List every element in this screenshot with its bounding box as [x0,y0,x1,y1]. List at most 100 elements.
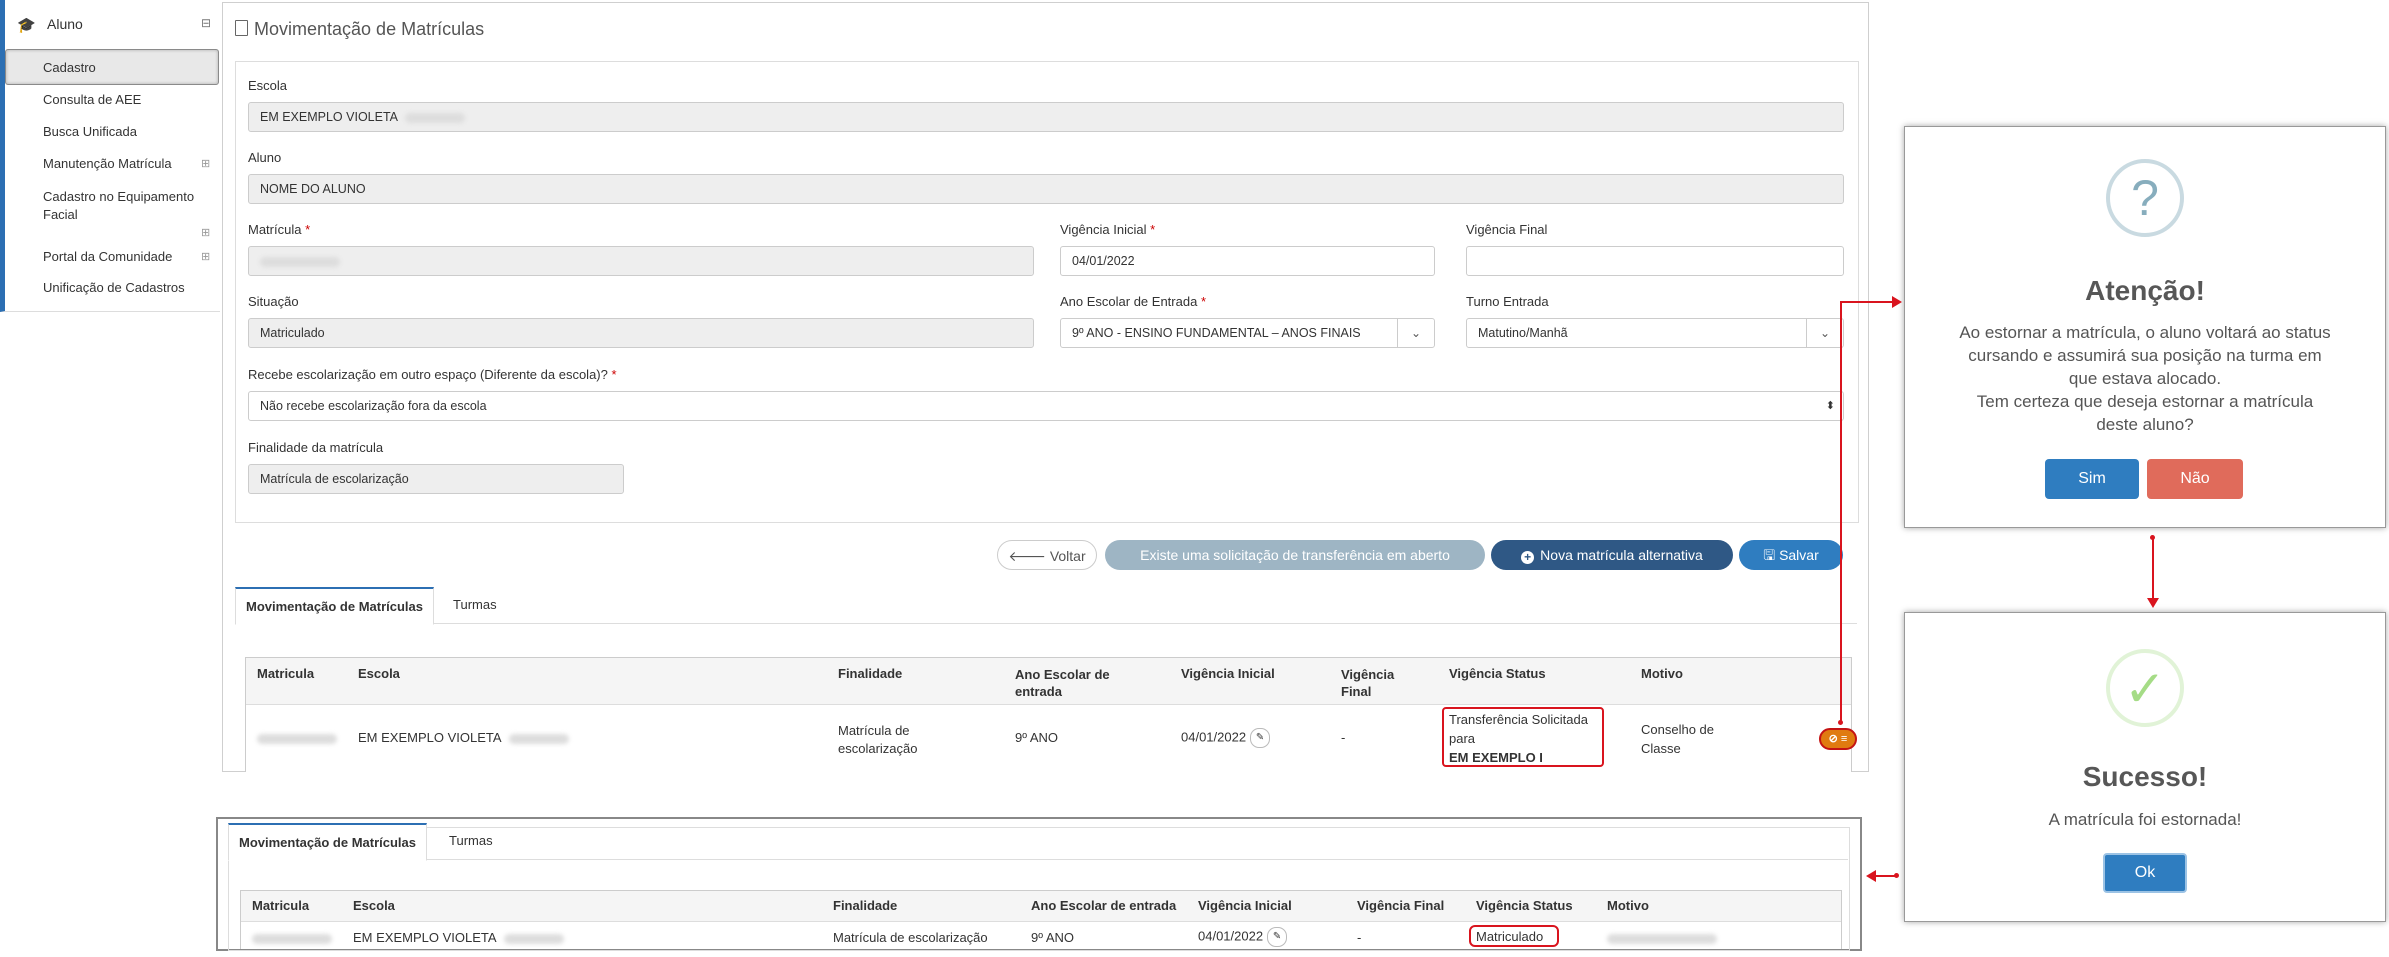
expand-icon[interactable]: ⊞ [201,157,210,170]
situacao-label: Situação [248,294,299,309]
graduation-cap-icon: 🎓 [17,17,36,34]
cell-vig-final: - [1341,730,1346,745]
col-header-vig-inicial: Vigência Inicial [1198,898,1292,913]
dialog-message: Ao estornar a matrícula, o aluno voltará… [1959,323,2331,434]
salvar-button[interactable]: 🖫 Salvar [1739,540,1843,570]
cell-vig-status: Matriculado [1476,929,1544,944]
col-header-motivo: Motivo [1607,898,1649,913]
transferencia-aberta-button[interactable]: Existe uma solicitação de transferência … [1105,540,1485,570]
cell-vig-inicial: 04/01/2022 ✎ [1181,728,1271,748]
tab-turmas[interactable]: Turmas [439,823,503,859]
sidebar-item-portal-comunidade[interactable]: Portal da Comunidade [43,249,172,264]
col-header-ano: Ano Escolar de entrada [1031,898,1177,913]
col-header-matricula: Matricula [257,666,315,681]
cell-vig-inicial: 04/01/2022 ✎ [1198,927,1288,947]
cell-escola: EM EXEMPLO VIOLETA [353,930,564,945]
collapse-icon[interactable]: ⊟ [201,16,211,30]
cell-motivo [1607,930,1717,945]
success-dialog: ✓ Sucesso! A matrícula foi estornada! Ok [1904,612,2386,922]
matricula-form: Escola EM EXEMPLO VIOLETA Aluno NOME DO … [235,61,1859,523]
escola-field: EM EXEMPLO VIOLETA [248,102,1844,132]
aluno-field: NOME DO ALUNO [248,174,1844,204]
cell-matricula [257,730,337,745]
cell-matricula [252,930,332,945]
ano-escolar-label: Ano Escolar de Entrada * [1060,294,1206,309]
estornar-button[interactable]: ⊘ ≡ [1819,728,1857,750]
voltar-button[interactable]: 🡐 Voltar [997,540,1097,570]
cell-vig-status: Transferência Solicitada para EM EXEMPLO… [1449,712,1588,765]
sidebar-item-equipamento-facial[interactable]: Cadastro no Equipamento Facial [43,188,203,224]
sidebar-item-manutencao-matricula[interactable]: Manutenção Matrícula [43,156,172,171]
checkmark-icon: ✓ [2106,649,2184,727]
recebe-escolarizacao-select[interactable]: Não recebe escolarização fora da escola … [248,391,1844,421]
document-icon [235,20,248,36]
escola-label: Escola [248,78,288,93]
vigencia-final-label: Vigência Final [1466,222,1548,237]
ok-button[interactable]: Ok [2103,853,2187,893]
ano-escolar-select[interactable]: 9º ANO - ENSINO FUNDAMENTAL – ANOS FINAI… [1060,318,1435,348]
tab-movimentacao[interactable]: Movimentação de Matrículas [228,823,427,861]
vigencia-inicial-label: Vigência Inicial * [1060,222,1156,237]
tab-turmas[interactable]: Turmas [443,587,507,623]
vigencia-final-input[interactable] [1466,246,1844,276]
matricula-label: Matrícula * [248,222,311,237]
sidebar-item-busca-unificada[interactable]: Busca Unificada [43,124,137,139]
chevron-down-icon[interactable]: ⌄ [1397,319,1434,347]
col-header-vig-status: Vigência Status [1449,666,1546,681]
cell-vig-final: - [1357,930,1362,945]
updown-arrows-icon: ⬍ [1825,400,1835,412]
col-header-escola: Escola [353,898,395,913]
nao-button[interactable]: Não [2147,459,2243,499]
tab-bar: Movimentação de Matrículas Turmas [228,823,1848,861]
cell-ano: 9º ANO [1015,730,1059,745]
nova-matricula-button[interactable]: + Nova matrícula alternativa [1491,540,1733,570]
sim-button[interactable]: Sim [2045,459,2139,499]
sidebar-item-consulta-aee[interactable]: Consulta de AEE [43,92,141,107]
cell-escola: EM EXEMPLO VIOLETA [358,730,569,745]
finalidade-label: Finalidade da matrícula [248,440,384,455]
col-header-vig-status: Vigência Status [1476,898,1573,913]
vigencia-inicial-input[interactable]: 04/01/2022 [1060,246,1435,276]
col-header-escola: Escola [358,666,400,681]
cell-ano: 9º ANO [1031,930,1075,945]
col-header-vig-final: Vigência Final [1357,898,1445,913]
dialog-title: Atenção! [2085,275,2205,306]
sidebar-item-unificacao[interactable]: Unificação de Cadastros [43,280,185,295]
aluno-label: Aluno [248,150,282,165]
plus-circle-icon: + [1521,551,1535,564]
col-header-motivo: Motivo [1641,666,1683,681]
sidebar-item-cadastro[interactable]: Cadastro [43,60,96,75]
turno-entrada-select[interactable]: Matutino/Manhã ⌄ [1466,318,1844,348]
col-header-ano: Ano Escolar de entrada [1015,667,1110,699]
movimentacao-table-result: Matricula Escola Finalidade Ano Escolar … [240,890,1842,949]
sidebar-section-aluno[interactable]: 🎓 Aluno ⊟ [11,12,211,36]
matricula-field [248,246,1034,276]
arrow-left-icon: 🡐 [1008,548,1050,564]
turno-entrada-label: Turno Entrada [1466,294,1549,309]
save-icon: 🖫 [1763,547,1780,563]
recebe-escolarizacao-label: Recebe escolarização em outro espaço (Di… [248,367,617,382]
sidebar: 🎓 Aluno ⊟ Cadastro Consulta de AEE Busca… [0,0,220,312]
main-panel: Movimentação de Matrículas Escola EM EXE… [222,2,1869,772]
situacao-field: Matriculado [248,318,1034,348]
col-header-finalidade: Finalidade [833,898,898,913]
expand-icon[interactable]: ⊞ [201,250,210,263]
expand-icon[interactable]: ⊞ [201,226,210,239]
chevron-down-icon[interactable]: ⌄ [1806,319,1843,347]
col-header-finalidade: Finalidade [838,666,903,681]
edit-icon[interactable]: ✎ [1250,728,1271,748]
col-header-vig-inicial: Vigência Inicial [1181,666,1275,681]
dialog-title: Sucesso! [2082,761,2208,792]
dialog-message: A matrícula foi estornada! [2048,810,2242,829]
cell-motivo: Conselho de Classe [1641,722,1714,756]
finalidade-field: Matrícula de escolarização [248,464,624,494]
edit-icon[interactable]: ✎ [1267,927,1288,947]
result-panel: Movimentação de Matrículas Turmas Matric… [216,817,1862,951]
movimentacao-table: Matricula Escola Finalidade Ano Escolar … [245,657,1857,772]
confirm-dialog: ? Atenção! Ao estornar a matrícula, o al… [1904,126,2386,528]
sidebar-section-label: Aluno [47,16,83,32]
tab-bar: Movimentação de Matrículas Turmas [235,587,1857,625]
sidebar-item-cadastro-active[interactable] [5,49,219,85]
cell-finalidade: Matrícula de escolarização [838,723,918,756]
tab-movimentacao[interactable]: Movimentação de Matrículas [235,587,434,625]
